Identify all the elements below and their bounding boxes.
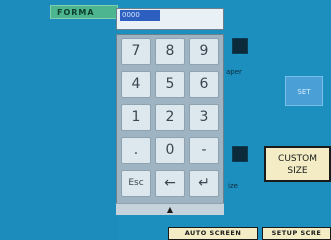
custom-size-line2: SIZE: [287, 166, 308, 176]
key-3[interactable]: 3: [189, 104, 219, 131]
format-list-item[interactable]: [6, 81, 118, 91]
format-list-item[interactable]: [6, 120, 118, 130]
format-list-item[interactable]: [6, 140, 118, 150]
format-list-item[interactable]: [6, 61, 118, 71]
key-5[interactable]: 5: [155, 71, 185, 98]
key-backspace[interactable]: ←: [155, 170, 185, 197]
setup-screen-button[interactable]: SETUP SCRE: [262, 227, 331, 240]
key-1[interactable]: 1: [121, 104, 151, 131]
format-list-item[interactable]: [6, 91, 118, 101]
custom-size-button[interactable]: CUSTOM SIZE: [264, 146, 331, 182]
key-0[interactable]: 0: [155, 137, 185, 164]
key-8[interactable]: 8: [155, 38, 185, 65]
format-list-item[interactable]: [6, 110, 118, 120]
numeric-entry-field[interactable]: 0000: [120, 10, 160, 21]
key-7[interactable]: 7: [121, 38, 151, 65]
format-list-item[interactable]: [6, 32, 118, 42]
indicator-square-bottom: [232, 146, 248, 162]
format-list-item[interactable]: [6, 159, 118, 169]
numeric-keypad: 7 8 9 4 5 6 1 2 3. 0- Esc ← ↵: [116, 34, 224, 215]
format-list-item[interactable]: [6, 208, 118, 218]
format-list-item[interactable]: [6, 149, 118, 159]
format-list-panel: FORMA: [0, 0, 118, 240]
format-list-item[interactable]: [6, 130, 118, 140]
format-list-item[interactable]: [6, 22, 118, 32]
format-list-item[interactable]: [6, 51, 118, 61]
chevron-up-icon: ▲: [166, 205, 174, 214]
key-6[interactable]: 6: [189, 71, 219, 98]
key-enter[interactable]: ↵: [189, 170, 219, 197]
format-list-item[interactable]: [6, 42, 118, 52]
key-2[interactable]: 2: [155, 104, 185, 131]
format-list-item[interactable]: [6, 198, 118, 208]
format-list-item[interactable]: [6, 100, 118, 110]
paper-label: aper: [226, 68, 242, 76]
key-minus[interactable]: -: [189, 137, 219, 164]
format-tab[interactable]: FORMA: [50, 5, 118, 19]
format-list-item[interactable]: [6, 218, 118, 228]
size-label: ize: [228, 182, 238, 190]
key-escape[interactable]: Esc: [121, 170, 151, 197]
indicator-square-top: [232, 38, 248, 54]
key-decimal[interactable]: .: [121, 137, 151, 164]
format-list-item[interactable]: [6, 71, 118, 81]
set-button[interactable]: SET: [285, 76, 323, 106]
key-9[interactable]: 9: [189, 38, 219, 65]
format-list-item[interactable]: [6, 169, 118, 179]
key-4[interactable]: 4: [121, 71, 151, 98]
auto-screen-button[interactable]: AUTO SCREEN: [168, 227, 258, 240]
format-list-item[interactable]: [6, 189, 118, 199]
custom-size-line1: CUSTOM: [278, 154, 317, 164]
format-list-item[interactable]: [6, 179, 118, 189]
format-list: [6, 22, 118, 228]
keypad-collapse-button[interactable]: ▲: [116, 203, 224, 215]
